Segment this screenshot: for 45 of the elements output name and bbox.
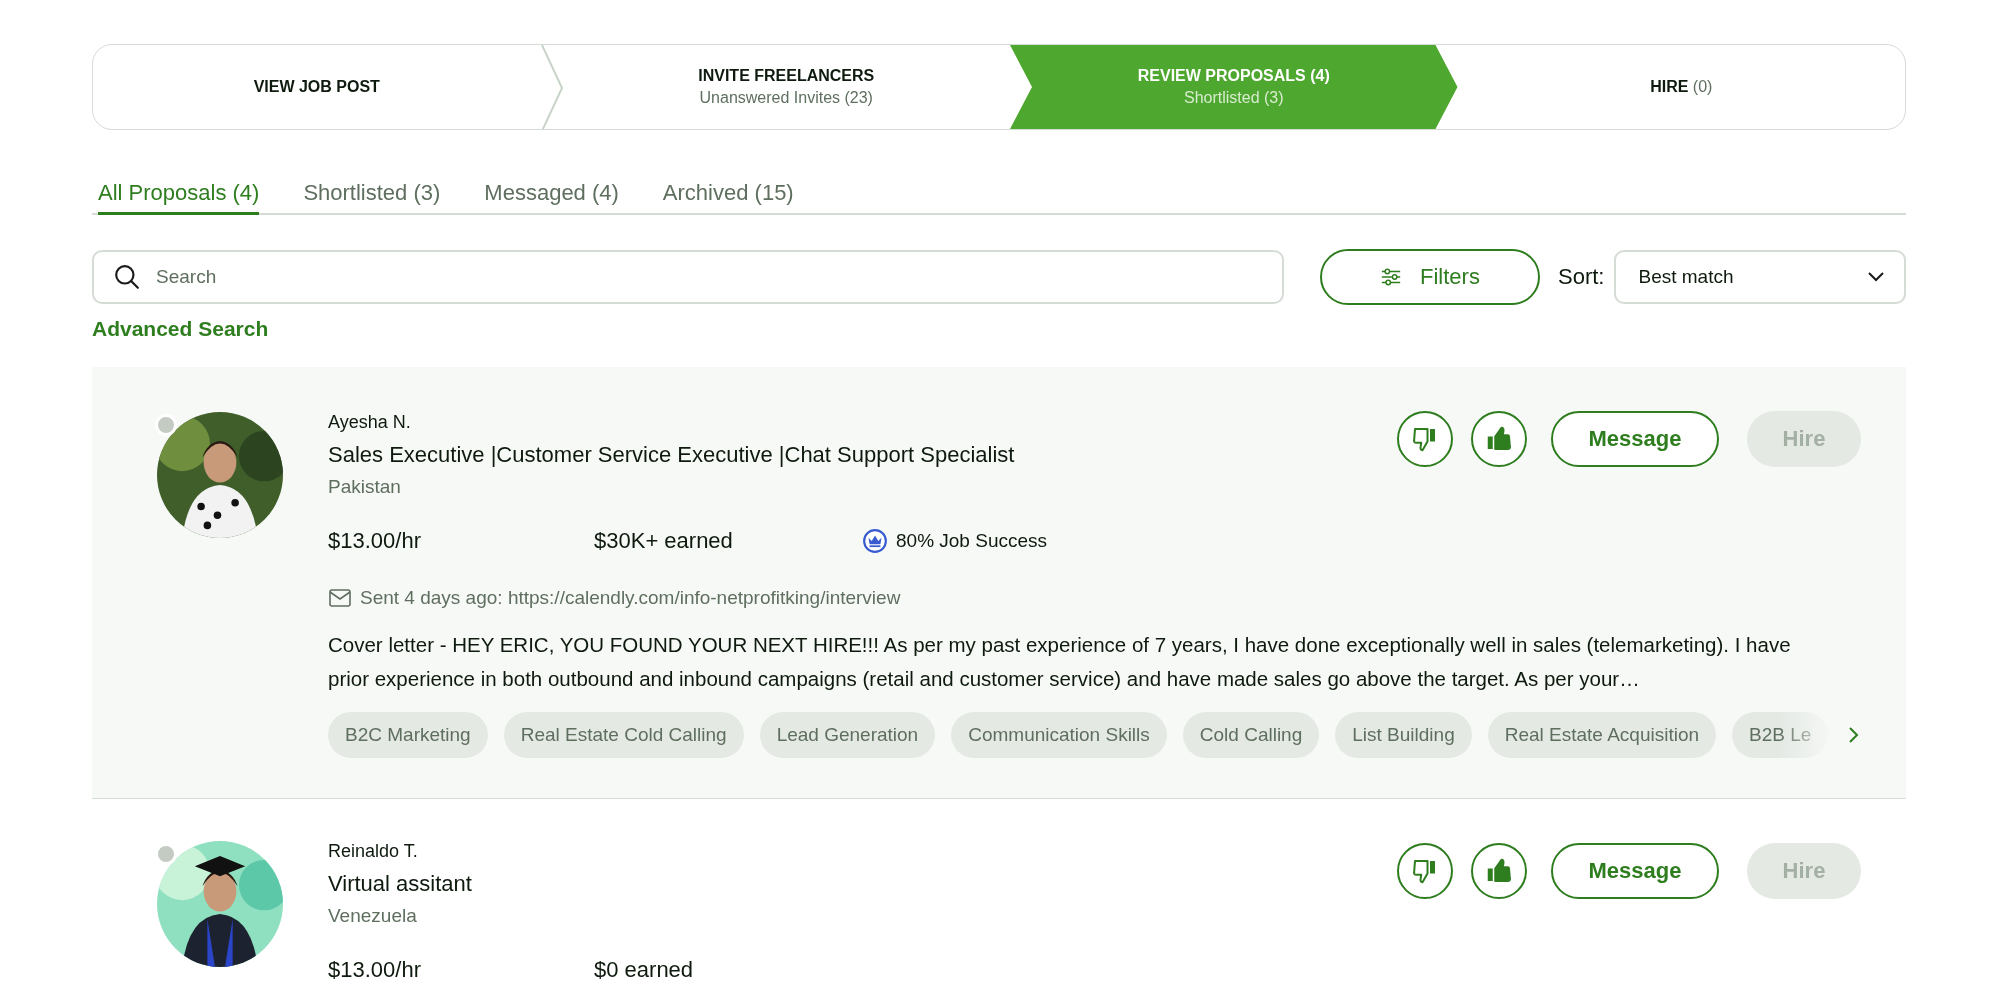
proposal-card[interactable]: Reinaldo T. Virtual assitant Venezuela $13.00/hr $0 earned Message Hire — [92, 799, 1906, 982]
hourly-rate: $13.00/hr — [328, 528, 422, 554]
message-button[interactable]: Message — [1551, 411, 1719, 467]
advanced-search-link[interactable]: Advanced Search — [92, 317, 269, 341]
earnings: $30K+ earned — [594, 528, 734, 554]
skill-tag[interactable]: B2B Le — [1732, 712, 1829, 758]
hourly-rate: $13.00/hr — [328, 957, 422, 982]
step[interactable]: VIEW JOB POST — [93, 45, 541, 129]
sort-label: Sort: — [1558, 264, 1605, 290]
thumbs-up-button[interactable] — [1471, 411, 1527, 467]
skill-tag[interactable]: Real Estate Cold Calling — [503, 712, 744, 758]
thumbs-up-button[interactable] — [1471, 843, 1527, 899]
tab[interactable]: All Proposals (4) — [98, 180, 260, 215]
sort-dropdown[interactable]: Best match — [1614, 250, 1906, 304]
step[interactable]: HIRE (0) — [1457, 45, 1905, 129]
thumbs-down-button[interactable] — [1397, 411, 1453, 467]
sliders-icon — [1380, 266, 1403, 288]
step[interactable]: REVIEW PROPOSALS (4) Shortlisted (3) — [1010, 45, 1458, 129]
proposal-card[interactable] — [92, 367, 1906, 799]
skill-tag[interactable]: Communication Skills — [951, 712, 1167, 758]
skill-tag[interactable]: Real Estate Acquisition — [1487, 712, 1717, 758]
skill-tag[interactable]: Cold Calling — [1182, 712, 1320, 758]
cover-letter: Cover letter - HEY ERIC, YOU FOUND YOUR NEXT HIRE!!! As per my past experience of 7 years, I have done exceptionally well in sales (telemarketing). I have prior experience in both outbound and inbound campaigns (retail and customer service) and have made sales go above the target. As per your… — [328, 632, 1792, 692]
freelancer-name[interactable]: Reinaldo T. — [328, 841, 418, 862]
freelancer-title: Sales Executive |Customer Service Executive |Chat Support Specialist — [328, 442, 1015, 468]
tab[interactable]: Archived (15) — [662, 180, 794, 215]
skill-tag[interactable]: Lead Generation — [759, 712, 936, 758]
tab[interactable]: Shortlisted (3) — [303, 180, 441, 215]
filters-button[interactable]: Filters — [1320, 249, 1540, 305]
earnings: $0 earned — [594, 957, 695, 982]
location: Venezuela — [328, 905, 417, 927]
step[interactable]: INVITE FREELANCERS Unanswered Invites (23) — [562, 45, 1010, 129]
job-success: 80% Job Success — [896, 530, 1048, 552]
message-button[interactable]: Message — [1551, 843, 1719, 899]
freelancer-title: Virtual assitant — [328, 871, 472, 897]
message-note: Sent 4 days ago: https://calendly.com/info-netprofitking/interview — [360, 587, 901, 609]
thumbs-down-button[interactable] — [1397, 843, 1453, 899]
freelancer-name[interactable]: Ayesha N. — [328, 412, 411, 433]
tab[interactable]: Messaged (4) — [484, 180, 619, 215]
skill-tag[interactable]: B2C Marketing — [328, 712, 488, 758]
location: Pakistan — [328, 476, 401, 498]
envelope-icon — [328, 586, 352, 610]
crown-badge-icon — [862, 528, 888, 554]
search-field[interactable]: Search — [92, 250, 1284, 304]
skill-tag[interactable]: List Building — [1335, 712, 1472, 758]
